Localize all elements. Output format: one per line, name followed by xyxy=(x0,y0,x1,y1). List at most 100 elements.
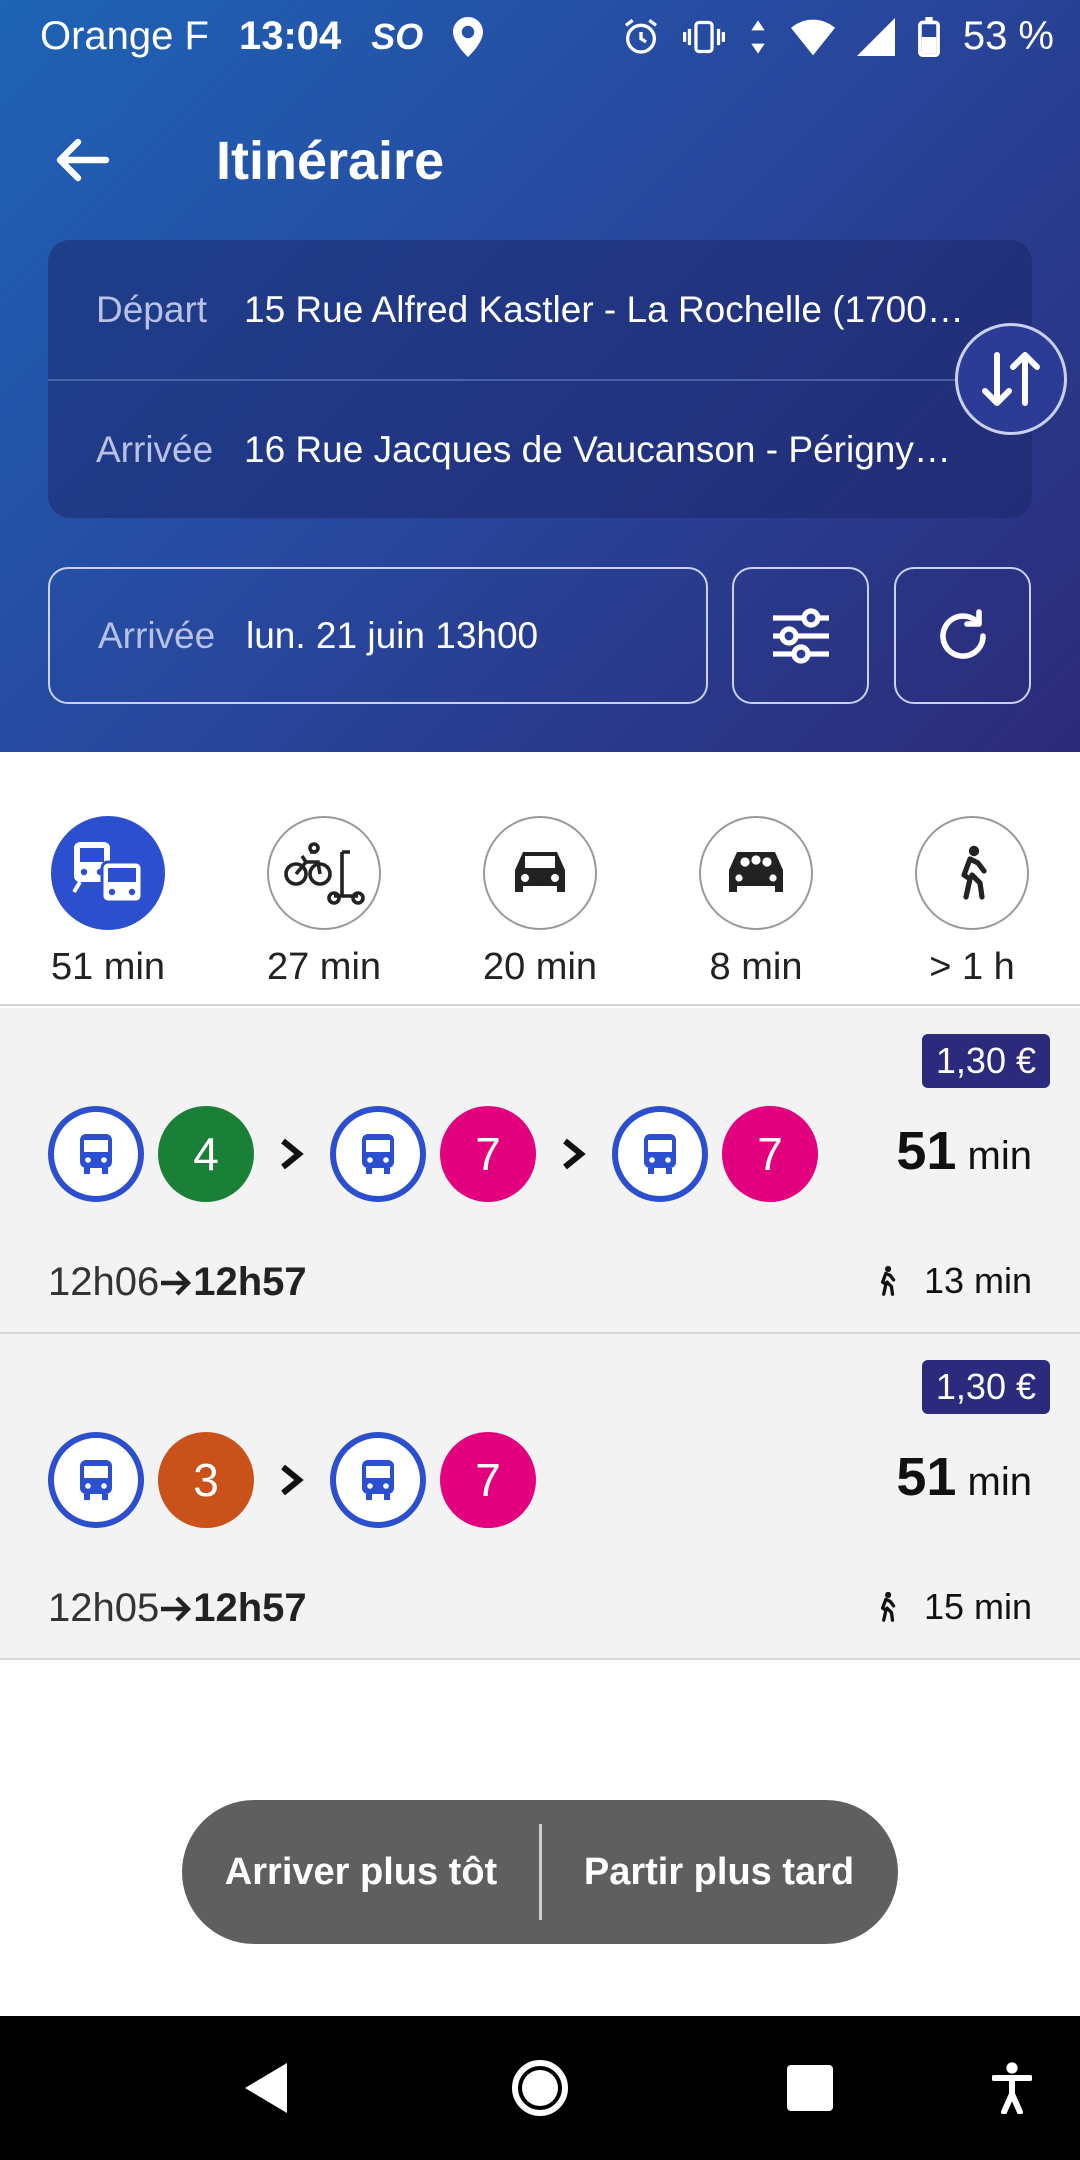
arrival-label: Arrivée xyxy=(96,428,214,470)
walk-time: 13 min xyxy=(923,1260,1032,1301)
bus-icon xyxy=(330,1106,426,1202)
itinerary-result[interactable]: 1,30 € 3 7 51 min 12h05 12h57 15 min xyxy=(0,1334,1080,1660)
bus-icon xyxy=(330,1432,426,1528)
tab-circle xyxy=(699,816,813,930)
signal-icon xyxy=(856,17,895,56)
data-arrows-icon xyxy=(747,17,769,57)
clock: 13:04 xyxy=(238,14,342,58)
walk-duration: 15 min xyxy=(876,1586,1032,1628)
depart-time: 12h05 xyxy=(48,1586,160,1630)
title-row: Itinéraire xyxy=(0,110,1080,210)
accessibility-button[interactable] xyxy=(970,2046,1054,2130)
vibrate-icon xyxy=(682,17,725,57)
time-shift-pill: Arriver plus tôt Partir plus tard xyxy=(182,1800,898,1944)
tab-duration: 8 min xyxy=(709,946,803,988)
battery-level: 53 % xyxy=(962,14,1054,58)
page-title: Itinéraire xyxy=(216,131,445,191)
departure-field[interactable]: Départ 15 Rue Alfred Kastler - La Rochel… xyxy=(48,240,1032,379)
date-mode-label: Arrivée xyxy=(98,614,216,656)
price-badge: 1,30 € xyxy=(921,1360,1050,1414)
date-value: lun. 21 juin 13h00 xyxy=(246,614,539,656)
walk-time: 15 min xyxy=(923,1586,1032,1627)
tab-duration: 27 min xyxy=(266,946,382,988)
tab-duration: 51 min xyxy=(50,946,166,988)
battery-icon xyxy=(917,16,941,57)
duration-number: 51 xyxy=(896,1447,957,1507)
tab-bike-scooter[interactable]: 27 min xyxy=(216,816,432,1006)
nav-recents-button[interactable] xyxy=(768,2046,852,2130)
arrow-left-icon xyxy=(56,138,110,182)
departure-label: Départ xyxy=(96,288,208,330)
arrive-earlier-button[interactable]: Arriver plus tôt xyxy=(182,1800,540,1944)
refresh-icon xyxy=(939,608,986,659)
line-badge: 7 xyxy=(440,1432,536,1528)
route-legs: 3 7 xyxy=(48,1432,536,1528)
walking-person-icon xyxy=(961,845,987,900)
price-badge: 1,30 € xyxy=(921,1034,1050,1088)
line-badge: 7 xyxy=(440,1106,536,1202)
refresh-button[interactable] xyxy=(894,567,1031,704)
chevron-right-icon xyxy=(272,1137,312,1171)
car-icon xyxy=(515,852,565,892)
filters-button[interactable] xyxy=(732,567,869,704)
status-bar: Orange F 13:04 SO 53 % xyxy=(0,0,1080,72)
walk-duration: 13 min xyxy=(876,1260,1032,1302)
walking-person-icon xyxy=(880,1591,896,1622)
so-label: SO xyxy=(371,15,424,57)
chevron-right-icon xyxy=(554,1137,594,1171)
swap-arrows-icon xyxy=(982,352,1040,406)
arrive-time: 12h57 xyxy=(193,1260,307,1304)
tab-walk[interactable]: > 1 h xyxy=(864,816,1080,1006)
back-button[interactable] xyxy=(46,124,118,196)
accessibility-icon xyxy=(992,2062,1032,2114)
train-bus-icon xyxy=(72,842,144,904)
tab-car[interactable]: 20 min xyxy=(432,816,648,1006)
arrow-right-icon xyxy=(161,1269,192,1296)
arrival-field[interactable]: Arrivée 16 Rue Jacques de Vaucanson - Pé… xyxy=(48,379,1032,518)
tab-duration: 20 min xyxy=(482,946,598,988)
bus-icon xyxy=(48,1432,144,1528)
tab-circle xyxy=(915,816,1029,930)
total-duration: 51 min xyxy=(896,1120,1032,1182)
chevron-right-icon xyxy=(272,1463,312,1497)
location-icon xyxy=(453,16,484,57)
tab-carpool[interactable]: 8 min xyxy=(648,816,864,1006)
line-badge: 3 xyxy=(158,1432,254,1528)
tab-circle xyxy=(267,816,381,930)
line-badge: 4 xyxy=(158,1106,254,1202)
departure-arrival-times: 12h05 12h57 xyxy=(48,1586,307,1631)
itinerary-result[interactable]: 1,30 € 4 7 7 51 min 12h06 12h57 13 min xyxy=(0,1008,1080,1334)
route-card: Départ 15 Rue Alfred Kastler - La Rochel… xyxy=(48,240,1032,518)
carrier-label: Orange F xyxy=(40,14,209,58)
sliders-icon xyxy=(772,607,829,664)
date-time-field[interactable]: Arrivée lun. 21 juin 13h00 xyxy=(48,567,708,704)
bike-scooter-icon xyxy=(284,842,365,905)
leave-later-button[interactable]: Partir plus tard xyxy=(540,1800,898,1944)
tab-circle xyxy=(51,816,165,930)
transport-mode-tabs: 51 min 27 min 20 min 8 min > 1 h xyxy=(0,752,1080,1068)
bus-icon xyxy=(48,1106,144,1202)
wifi-icon xyxy=(790,18,835,56)
total-duration: 51 min xyxy=(896,1446,1032,1508)
nav-back-button[interactable] xyxy=(224,2046,308,2130)
swap-button[interactable] xyxy=(955,323,1067,435)
arrow-right-icon xyxy=(161,1595,192,1622)
walking-person-icon xyxy=(880,1265,896,1296)
line-badge: 7 xyxy=(722,1106,818,1202)
nav-home-button[interactable] xyxy=(498,2046,582,2130)
carpool-icon xyxy=(729,852,783,892)
route-legs: 4 7 7 xyxy=(48,1106,818,1202)
triangle-back-icon xyxy=(245,2063,287,2113)
duration-unit: min xyxy=(967,1134,1032,1178)
system-nav-bar xyxy=(0,2016,1080,2160)
arrival-value: 16 Rue Jacques de Vaucanson - Périgny… xyxy=(244,428,951,470)
duration-number: 51 xyxy=(896,1121,957,1181)
departure-arrival-times: 12h06 12h57 xyxy=(48,1260,307,1305)
square-recents-icon xyxy=(787,2065,833,2111)
tab-duration: > 1 h xyxy=(929,946,1015,988)
duration-unit: min xyxy=(967,1460,1032,1504)
tab-public-transport[interactable]: 51 min xyxy=(0,816,216,1068)
alarm-icon xyxy=(621,17,661,57)
bus-icon xyxy=(612,1106,708,1202)
circle-home-icon xyxy=(512,2060,568,2116)
